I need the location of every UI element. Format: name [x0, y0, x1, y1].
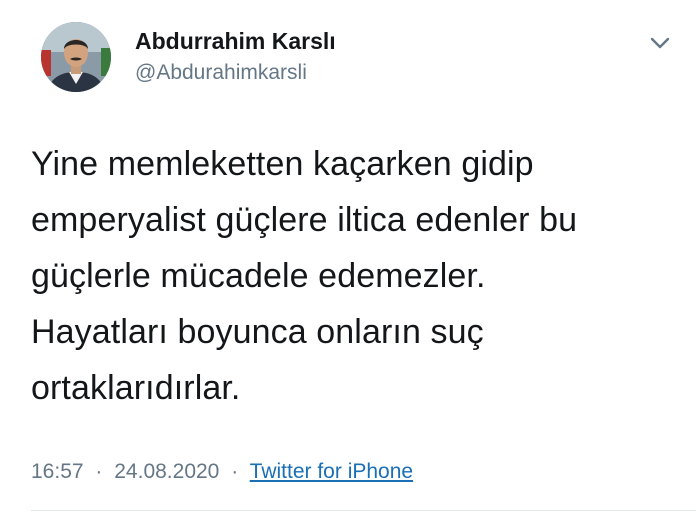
tweet-date: 24.08.2020 [114, 460, 220, 483]
author-handle[interactable]: @Abdurahimkarsli [135, 61, 307, 85]
tweet-menu-button[interactable] [646, 32, 674, 54]
author-display-name[interactable]: Abdurrahim Karslı [135, 28, 336, 55]
tweet-source-link[interactable]: Twitter for iPhone [250, 460, 413, 483]
tweet-meta: 16:57 · 24.08.2020 · Twitter for iPhone [31, 460, 413, 484]
tweet-time: 16:57 [31, 460, 84, 483]
avatar[interactable] [41, 22, 111, 92]
tweet-card: Abdurrahim Karslı @Abdurahimkarsli Yine … [0, 0, 696, 521]
meta-separator: · [95, 460, 103, 483]
profile-photo-icon [41, 22, 111, 92]
divider [31, 510, 696, 511]
chevron-down-icon [650, 37, 670, 49]
meta-separator: · [231, 460, 239, 483]
tweet-text: Yine memleketten kaçarken gidip emperyal… [31, 145, 578, 407]
